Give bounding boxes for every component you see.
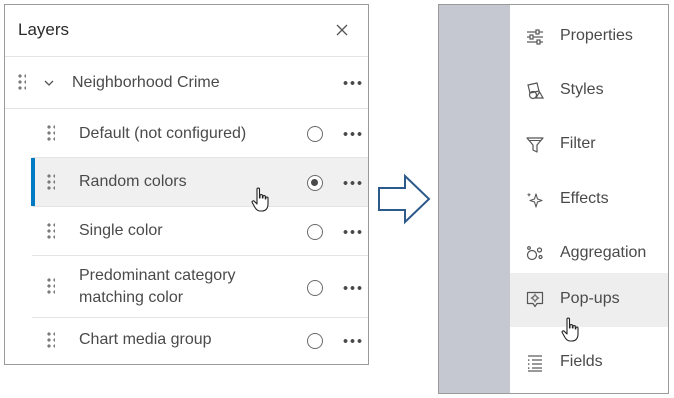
drag-handle-icon[interactable] xyxy=(18,74,26,92)
drag-handle-icon[interactable] xyxy=(47,223,55,241)
menu-label: Properties xyxy=(560,27,633,44)
map-area-strip xyxy=(439,5,510,393)
aggregation-icon xyxy=(526,246,543,261)
filter-icon xyxy=(526,137,544,153)
menu-item-styles[interactable]: Styles xyxy=(510,64,668,118)
panel-title: Layers xyxy=(18,20,70,39)
style-row-random-colors[interactable]: Random colors xyxy=(31,158,368,212)
style-radio[interactable] xyxy=(307,333,323,349)
style-label: Predominant category matching color xyxy=(79,267,236,306)
style-row-single-color[interactable]: Single color xyxy=(32,207,368,256)
more-options-icon[interactable] xyxy=(342,180,362,186)
style-label: Default (not configured) xyxy=(79,125,247,142)
menu-label: Styles xyxy=(560,81,604,98)
panel-header: Layers xyxy=(5,5,368,57)
sliders-icon xyxy=(527,29,543,45)
layer-properties-menu: Properties Styles Filter Effects Aggrega… xyxy=(438,4,669,394)
layer-group-row[interactable]: Neighborhood Crime xyxy=(5,57,368,109)
more-options-icon[interactable] xyxy=(342,338,362,344)
more-options-icon[interactable] xyxy=(342,80,362,86)
drag-handle-icon[interactable] xyxy=(47,125,55,143)
layer-group-name: Neighborhood Crime xyxy=(72,74,220,91)
drag-handle-icon[interactable] xyxy=(47,174,55,192)
menu-label: Effects xyxy=(560,190,609,207)
menu-item-effects[interactable]: Effects xyxy=(510,173,668,227)
close-icon[interactable] xyxy=(331,19,353,41)
layers-panel: Layers Neighborhood Crime Default (not c… xyxy=(4,4,369,365)
style-label: Single color xyxy=(79,222,163,239)
sparkle-icon xyxy=(526,192,543,208)
style-row-predominant-category[interactable]: Predominant category matching color xyxy=(32,256,368,318)
more-options-icon[interactable] xyxy=(342,285,362,291)
menu-item-filter[interactable]: Filter xyxy=(510,118,668,172)
style-radio[interactable] xyxy=(307,126,323,142)
popup-icon xyxy=(526,291,544,308)
style-label: Random colors xyxy=(79,173,187,190)
menu-label: Aggregation xyxy=(560,244,647,261)
style-row-chart-media-group[interactable]: Chart media group xyxy=(32,318,368,364)
menu-label: Filter xyxy=(560,135,596,152)
shapes-icon xyxy=(527,82,544,100)
menu-item-pop-ups[interactable]: Pop-ups xyxy=(510,273,668,342)
style-radio[interactable] xyxy=(307,280,323,296)
menu-item-properties[interactable]: Properties xyxy=(510,10,668,64)
right-arrow-icon xyxy=(378,173,431,225)
chevron-down-icon[interactable] xyxy=(43,77,55,89)
menu-item-fields[interactable]: Fields xyxy=(510,336,668,390)
menu-label: Fields xyxy=(560,353,603,370)
more-options-icon[interactable] xyxy=(342,131,362,137)
drag-handle-icon[interactable] xyxy=(47,332,55,350)
style-radio-selected[interactable] xyxy=(307,175,323,191)
style-label: Chart media group xyxy=(79,331,212,348)
drag-handle-icon[interactable] xyxy=(47,278,55,296)
more-options-icon[interactable] xyxy=(342,229,362,235)
style-radio[interactable] xyxy=(307,224,323,240)
menu-label: Pop-ups xyxy=(560,290,620,307)
fields-icon xyxy=(528,355,542,372)
style-row-default[interactable]: Default (not configured) xyxy=(32,109,368,158)
